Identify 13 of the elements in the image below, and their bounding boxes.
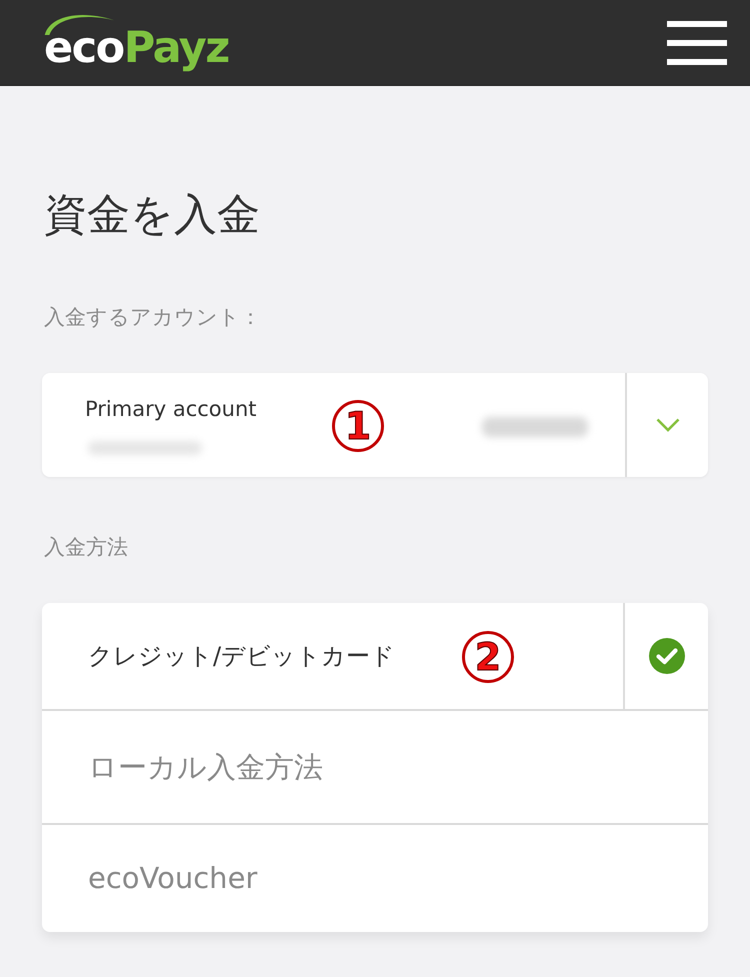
field-label: 入金方法: [44, 534, 129, 560]
menu-icon: [667, 20, 727, 64]
page-title: 資金を入金: [44, 190, 261, 242]
logo[interactable]: ecoPayz: [44, 15, 229, 70]
account-select[interactable]: Primary account 1: [42, 372, 708, 477]
annotation-marker: 2: [462, 630, 514, 683]
field-label: 入金するアカウント：: [44, 304, 262, 330]
account-name: Primary account: [85, 396, 256, 422]
menu-button[interactable]: [667, 20, 727, 64]
chevron-down-icon: [656, 418, 680, 432]
payment-method-option[interactable]: クレジット/デビットカード 2: [42, 602, 708, 709]
check-icon: [648, 638, 684, 674]
annotation-marker: 1: [332, 400, 384, 452]
